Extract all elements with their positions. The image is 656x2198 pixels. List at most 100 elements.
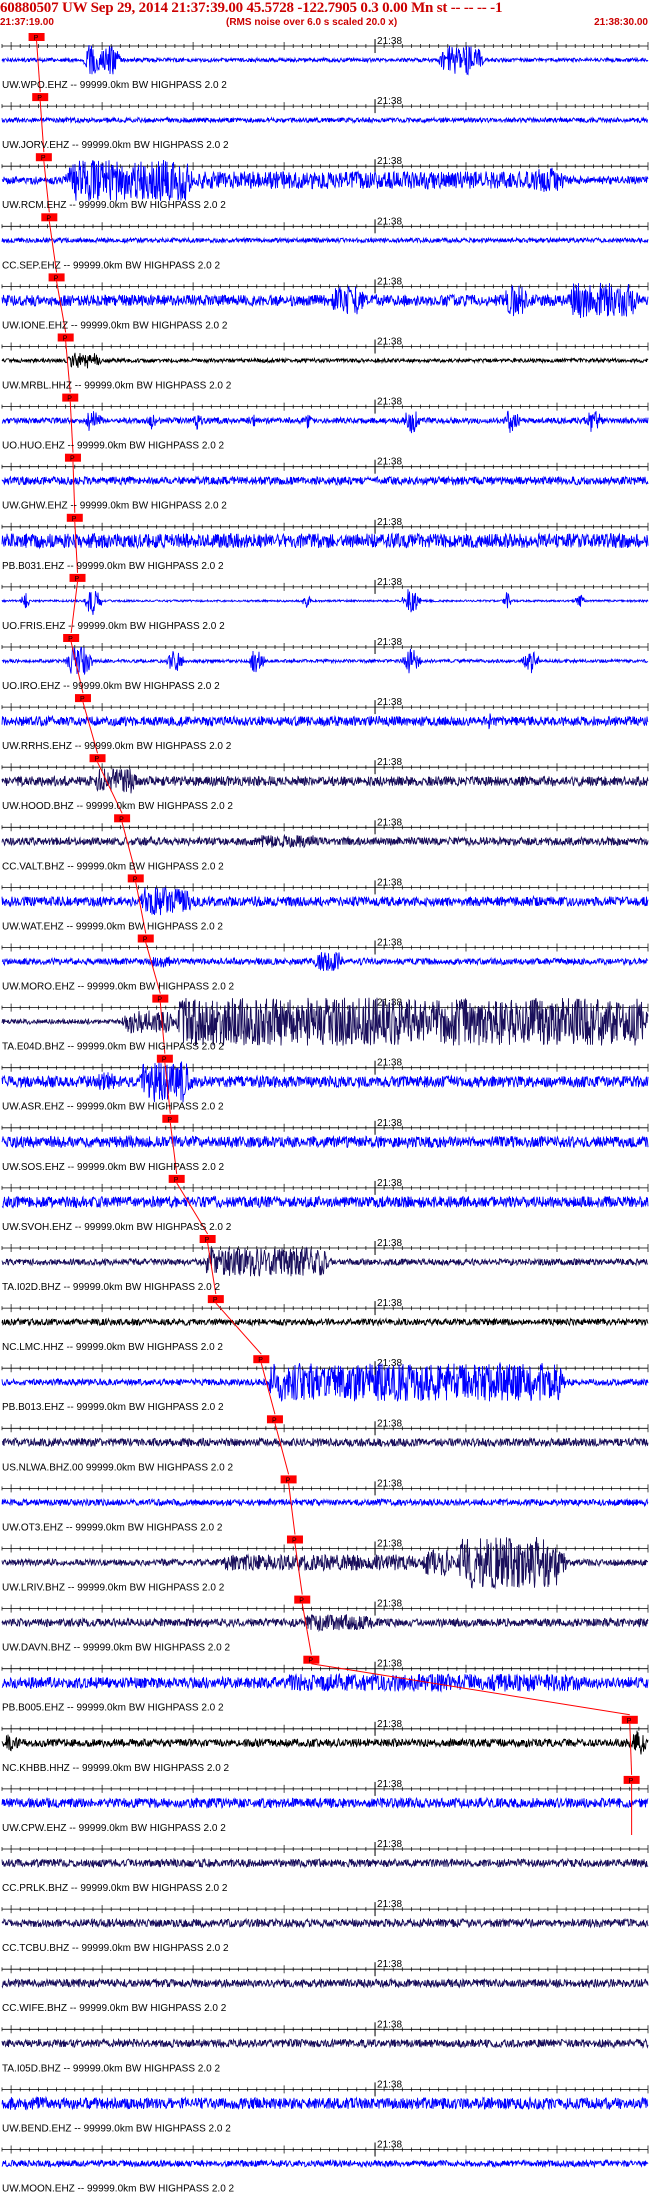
minute-label: 21:38 <box>377 36 402 47</box>
channel-label: UW.HOOD.BHZ -- 99999.0km BW HIGHPASS 2.0… <box>2 801 233 812</box>
minute-label: 21:38 <box>377 457 402 468</box>
waveform <box>1 997 649 1046</box>
trace-uw-asr-ehz: 21:38 P UW.ASR.EHZ -- 99999.0km BW HIGHPAS… <box>1 1054 649 1114</box>
pick-label: P <box>292 1538 297 1545</box>
trace-uw-hood-bhz: 21:38 P UW.HOOD.BHZ -- 99999.0km BW HIGHPA… <box>1 754 649 814</box>
waveform <box>1 1796 649 1810</box>
minute-label: 21:38 <box>377 2079 402 2090</box>
channel-label: UW.SOS.EHZ -- 99999.0km BW HIGHPASS 2.0 … <box>2 1162 225 1173</box>
channel-label: PB.B005.EHZ -- 99999.0km BW HIGHPASS 2.0… <box>2 1703 224 1714</box>
trace-pb-b031-ehz: 21:38 P PB.B031.EHZ -- 99999.0km BW HIGHPA… <box>1 513 649 573</box>
pick-label: P <box>95 756 100 763</box>
trace-uw-moon-ehz: 21:38 UW.MOON.EHZ -- 99999.0km BW HIGHPAS… <box>1 2140 649 2195</box>
trace-cc-sep-ehz: 21:38 P CC.SEP.EHZ -- 99999.0km BW HIGHPAS… <box>1 213 649 273</box>
minute-label: 21:38 <box>377 337 402 348</box>
waveform <box>1 116 648 124</box>
trace-nc-khbb-hhz: 21:38 P NC.KHBB.HHZ -- 99999.0km BW HIGHPA… <box>1 1715 649 1775</box>
channel-label: UW.MORO.EHZ -- 99999.0km BW HIGHPASS 2.0… <box>2 982 235 993</box>
channel-label: UW.ASR.EHZ -- 99999.0km BW HIGHPASS 2.0 … <box>2 1102 224 1113</box>
trace-us-nlwa-bhz-00: 21:38 P US.NLWA.BHZ.00 99999.0km BW HIGHPA… <box>1 1415 649 1475</box>
channel-label: PB.B031.EHZ -- 99999.0km BW HIGHPASS 2.0… <box>2 561 224 572</box>
trace-ta-e04d-bhz: 21:38PTA.E04D.BHZ -- 99999.0km BW HIGHPA… <box>1 994 649 1054</box>
waveform <box>1 45 649 76</box>
pick-label: P <box>162 1057 167 1064</box>
waveform <box>1 713 649 730</box>
minute-label: 21:38 <box>377 877 402 888</box>
waveform <box>1 282 649 319</box>
minute-label: 21:38 <box>377 757 402 768</box>
noise-scaling-note: (RMS noise over 6.0 s scaled 20.0 x) <box>226 17 398 28</box>
waveform <box>1 2158 649 2169</box>
channel-label: UW.LRIV.BHZ -- 99999.0km BW HIGHPASS 2.0… <box>2 1583 225 1594</box>
channel-label: TA.E04D.BHZ -- 99999.0km BW HIGHPASS 2.0… <box>2 1042 224 1053</box>
trace-ta-i02d-bhz: 21:38 P TA.I02D.BHZ -- 99999.0km BW HIGHPA… <box>1 1235 649 1295</box>
pick-label: P <box>143 937 148 944</box>
waveform <box>1 1361 649 1403</box>
plot-header: 60880507 UW Sep 29, 2014 21:37:39.00 45.… <box>0 0 656 32</box>
pick-label: P <box>68 636 73 643</box>
trace-uw-mrbl-hhz: 21:38 P UW.MRBL.HHZ -- 99999.0km BW HIGHPA… <box>1 333 649 393</box>
minute-label: 21:38 <box>377 276 402 287</box>
trace-uw-rrhs-ehz: 21:38 P UW.RRHS.EHZ -- 99999.0km BW HIGHPA… <box>1 694 649 754</box>
minute-label: 21:38 <box>377 637 402 648</box>
minute-label: 21:38 <box>377 817 402 828</box>
pick-label: P <box>54 275 59 282</box>
waveform <box>1 532 649 550</box>
channel-label: CC.WIFE.BHZ -- 99999.0km BW HIGHPASS 2.0… <box>2 2003 227 2014</box>
trace-uw-wat-ehz: 21:38 P UW.WAT.EHZ -- 99999.0km BW HIGHPAS… <box>1 874 649 934</box>
waveform <box>1 1730 649 1755</box>
minute-label: 21:38 <box>377 577 402 588</box>
event-title: 60880507 UW Sep 29, 2014 21:37:39.00 45.… <box>0 0 503 16</box>
window-end-time: 21:38:30.00 <box>594 17 648 28</box>
waveform <box>1 1977 649 1989</box>
pick-label: P <box>174 1177 179 1184</box>
pick-label: P <box>37 95 42 102</box>
waveform <box>1 1317 649 1328</box>
pick-label: P <box>272 1417 277 1424</box>
minute-label: 21:38 <box>377 1418 402 1429</box>
minute-label: 21:38 <box>377 1058 402 1069</box>
trace-uw-ione-ehz: 21:38 P UW.IONE.EHZ -- 99999.0km BW HIGHPA… <box>1 273 649 333</box>
waveform <box>1 952 649 972</box>
waveform <box>1 352 649 369</box>
minute-label: 21:38 <box>377 1298 402 1309</box>
trace-uo-iro-ehz: 21:38 P UO.IRO.EHZ -- 99999.0km BW HIGHPAS… <box>1 634 649 694</box>
pick-label: P <box>80 696 85 703</box>
pick-label: P <box>75 576 80 583</box>
pick-label: P <box>119 816 124 823</box>
trace-uw-lriv-bhz: 21:38 P UW.LRIV.BHZ -- 99999.0km BW HIGHPA… <box>1 1535 649 1595</box>
waveform <box>1 1436 649 1448</box>
minute-label: 21:38 <box>377 517 402 528</box>
pick-label: P <box>205 1237 210 1244</box>
pick-line <box>260 1363 276 1415</box>
seismogram-record-section: 21:38 P UW.WPO.EHZ -- 99999.0km BW HIGHPAS… <box>0 0 656 2198</box>
pick-line <box>629 1723 633 1775</box>
channel-label: NC.KHBB.HHZ -- 99999.0km BW HIGHPASS 2.0… <box>2 1763 230 1774</box>
channel-label: UW.MOON.EHZ -- 99999.0km BW HIGHPASS 2.0… <box>2 2184 235 2195</box>
minute-label: 21:38 <box>377 1839 402 1850</box>
channel-label: UO.HUO.EHZ -- 99999.0km BW HIGHPASS 2.0 … <box>2 441 225 452</box>
waveform <box>1 475 649 487</box>
channel-label: UW.CPW.EHZ -- 99999.0km BW HIGHPASS 2.0 … <box>2 1823 226 1834</box>
channel-label: CC.VALT.BHZ -- 99999.0km BW HIGHPASS 2.0… <box>2 861 224 872</box>
channel-label: UW.DAVN.BHZ -- 99999.0km BW HIGHPASS 2.0… <box>2 1643 230 1654</box>
pick-label: P <box>41 155 46 162</box>
channel-label: UW.SVOH.EHZ -- 99999.0km BW HIGHPASS 2.0… <box>2 1222 232 1233</box>
trace-pb-b005-ehz: 21:38PPB.B005.EHZ -- 99999.0km BW HIGHPA… <box>1 1655 649 1716</box>
pick-label: P <box>286 1477 291 1484</box>
minute-label: 21:38 <box>377 1659 402 1670</box>
waveform <box>1 768 649 794</box>
trace-uw-rcm-ehz: 21:38 P UW.RCM.EHZ -- 99999.0km BW HIGHPAS… <box>1 153 649 213</box>
channel-label: UW.BEND.EHZ -- 99999.0km BW HIGHPASS 2.0… <box>2 2123 231 2134</box>
minute-label: 21:38 <box>377 697 402 708</box>
waveform <box>1 1497 649 1508</box>
trace-uw-cpw-ehz: 21:38 P UW.CPW.EHZ -- 99999.0km BW HIGHPAS… <box>1 1775 649 1835</box>
pick-line <box>288 1483 296 1535</box>
trace-nc-lmc-hhz: 21:38 P NC.LMC.HHZ -- 99999.0km BW HIGHPAS… <box>1 1295 649 1355</box>
trace-uw-svoh-ehz: 21:38 P UW.SVOH.EHZ -- 99999.0km BW HIGHPA… <box>1 1174 649 1235</box>
pick-label: P <box>70 456 75 463</box>
trace-uw-bend-ehz: 21:38 UW.BEND.EHZ -- 99999.0km BW HIGHPAS… <box>1 2079 649 2134</box>
pick-label: P <box>627 1718 632 1725</box>
channel-label: UO.FRIS.EHZ -- 99999.0km BW HIGHPASS 2.0… <box>2 621 225 632</box>
pick-line <box>301 1603 312 1655</box>
